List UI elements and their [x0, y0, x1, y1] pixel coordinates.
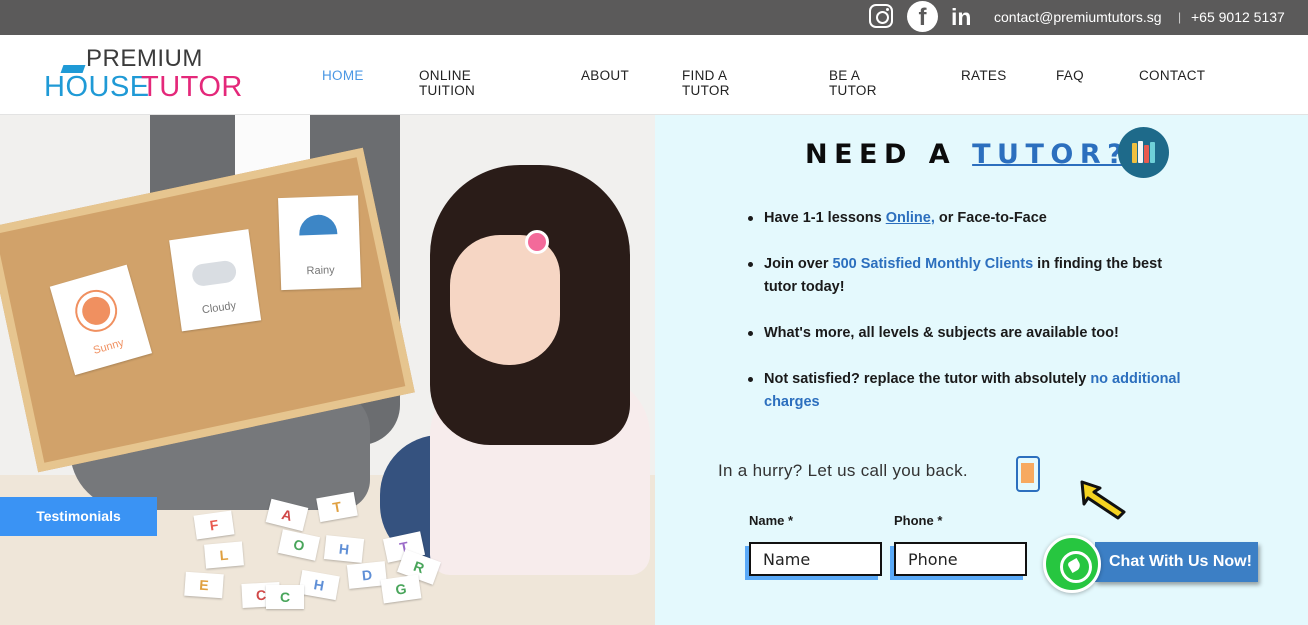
letter-card: L	[204, 541, 244, 569]
chat-button-label: Chat With Us Now!	[1109, 553, 1252, 570]
bullet-text: Have 1-1 lessons	[764, 210, 886, 226]
nav-rates[interactable]: RATES	[961, 68, 1007, 83]
girl-face	[450, 235, 560, 365]
name-input[interactable]	[749, 542, 882, 576]
top-bar: f in contact@premiumtutors.sg | +65 9012…	[0, 0, 1308, 35]
logo-tutor-text: TUTOR	[141, 71, 243, 103]
hero-photo: Sunny Cloudy Rainy F A T L O H T E D R C…	[0, 115, 655, 625]
arrow-icon	[1080, 480, 1126, 520]
letter-card: H	[323, 535, 365, 563]
list-item: Join over 500 Satisfied Monthly Clients …	[747, 253, 1187, 299]
phone-input[interactable]	[894, 542, 1027, 576]
facebook-icon[interactable]: f	[907, 1, 938, 32]
testimonials-button[interactable]: Testimonials	[0, 497, 157, 536]
weather-card-cloudy: Cloudy	[169, 229, 262, 332]
logo-house-text: HOUSE	[44, 71, 150, 103]
headline-prefix: NEED A	[805, 139, 957, 170]
bullet-text: Join over	[764, 256, 833, 272]
nav-find-a-tutor[interactable]: FIND A TUTOR	[682, 68, 730, 98]
card-label: Cloudy	[201, 299, 237, 317]
bullet-text: What's more, all levels & subjects are a…	[764, 325, 1119, 341]
list-item: What's more, all levels & subjects are a…	[747, 322, 1187, 345]
bullet-text: or Face-to-Face	[934, 210, 1047, 226]
benefits-list: Have 1-1 lessons Online, or Face-to-Face…	[747, 207, 1187, 414]
books-icon	[1118, 127, 1169, 178]
panel-headline: NEED A TUTOR?	[805, 139, 1129, 170]
nav-contact[interactable]: CONTACT	[1139, 68, 1205, 83]
nav-be-a-tutor[interactable]: BE A TUTOR	[829, 68, 877, 98]
sun-icon	[78, 293, 114, 329]
card-label: Sunny	[91, 336, 126, 357]
nav-online-tuition[interactable]: ONLINE TUITION	[419, 68, 475, 98]
list-item: Have 1-1 lessons Online, or Face-to-Face	[747, 207, 1187, 230]
callback-prompt: In a hurry? Let us call you back.	[718, 461, 968, 480]
hair-clip	[525, 230, 549, 254]
umbrella-icon	[298, 214, 338, 236]
site-logo[interactable]: PREMIUM HOUSE TUTOR	[44, 45, 244, 107]
linkedin-icon[interactable]: in	[951, 4, 977, 30]
letter-card: E	[184, 571, 224, 599]
site-header: PREMIUM HOUSE TUTOR HOME ONLINE TUITION …	[0, 35, 1308, 115]
weather-card-sunny: Sunny	[49, 264, 153, 376]
card-label: Rainy	[306, 264, 335, 278]
letter-card: C	[266, 585, 304, 609]
online-link[interactable]: Online,	[886, 210, 935, 226]
list-item: Not satisfied? replace the tutor with ab…	[747, 368, 1187, 414]
mobile-phone-icon	[1016, 456, 1040, 492]
instagram-icon[interactable]	[869, 4, 893, 28]
bullet-text: Not satisfied? replace the tutor with ab…	[764, 371, 1091, 387]
nav-about[interactable]: ABOUT	[581, 68, 629, 83]
nav-home[interactable]: HOME	[322, 68, 364, 83]
bullet-highlight: 500 Satisfied Monthly Clients	[832, 256, 1034, 272]
headline-accent: TUTOR?	[972, 139, 1130, 170]
cloud-icon	[190, 259, 238, 288]
whatsapp-icon[interactable]	[1043, 535, 1101, 593]
contact-email-link[interactable]: contact@premiumtutors.sg	[994, 9, 1162, 25]
phone-label: Phone *	[894, 513, 943, 528]
weather-card-rainy: Rainy	[278, 195, 362, 291]
topbar-separator: |	[1178, 10, 1182, 24]
name-label: Name *	[749, 513, 794, 528]
chat-with-us-button[interactable]: Chat With Us Now!	[1095, 542, 1258, 582]
nav-faq[interactable]: FAQ	[1056, 68, 1084, 83]
logo-premium-text: PREMIUM	[86, 45, 203, 72]
contact-phone-link[interactable]: +65 9012 5137	[1191, 9, 1285, 25]
